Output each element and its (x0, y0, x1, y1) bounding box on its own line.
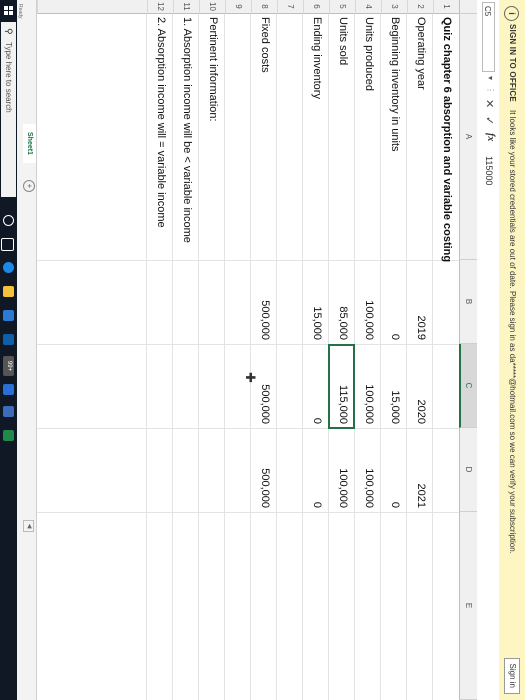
taskbar: ⚲ Type here to search 99+ (0, 0, 17, 700)
cell-c6[interactable]: 0 (311, 346, 323, 424)
cell-d5[interactable]: 100,000 (337, 430, 349, 508)
cell-b3[interactable]: 0 (389, 262, 401, 340)
row-header[interactable]: 7 (277, 0, 303, 14)
spreadsheet-grid: A B C D E 1 2 3 4 5 6 7 8 9 10 11 12 Qui… (37, 0, 477, 700)
cell-c8[interactable]: 500,000 (259, 346, 271, 424)
file-explorer-icon[interactable] (3, 286, 14, 297)
row-header[interactable]: 2 (407, 0, 433, 14)
cell-d4[interactable]: 100,000 (363, 430, 375, 508)
cell-a6[interactable]: Ending inventory (311, 17, 323, 99)
row-header-empty (37, 0, 147, 14)
tab-sheet1[interactable]: Sheet1 (21, 124, 36, 163)
more-icon: ⋮ (486, 86, 495, 94)
row-header[interactable]: 1 (433, 0, 459, 14)
store-icon[interactable] (3, 310, 14, 321)
taskbar-search[interactable]: ⚲ Type here to search (1, 22, 16, 197)
message-bar-text: It looks like your stored credentials ar… (508, 110, 517, 554)
cell-b4[interactable]: 100,000 (363, 262, 375, 340)
row-header[interactable]: 9 (225, 0, 251, 14)
info-icon: i (504, 6, 519, 21)
cell-a10[interactable]: Pertinent information: (207, 17, 219, 122)
gridline (37, 428, 459, 429)
photo-frame: i SIGN IN TO OFFICE It looks like your s… (0, 0, 525, 700)
selected-cell-c5[interactable] (328, 344, 355, 429)
cell-d2[interactable]: 2021 (415, 430, 427, 508)
cell-a8[interactable]: Fixed costs (259, 17, 271, 73)
cell-a11[interactable]: 1. Absorption income will be < variable … (181, 17, 193, 243)
check-icon[interactable]: ✓ (482, 116, 495, 125)
search-placeholder: Type here to search (4, 42, 13, 113)
cell-a5[interactable]: Units sold (337, 17, 349, 65)
row-header[interactable]: 4 (355, 0, 381, 14)
cursor-plus-icon: ✚ (243, 372, 258, 383)
gridline (224, 14, 225, 700)
excel-icon[interactable] (3, 430, 14, 441)
status-bar: Ready (17, 0, 23, 700)
cell-c4[interactable]: 100,000 (363, 346, 375, 424)
gridline (432, 14, 433, 700)
message-bar: i SIGN IN TO OFFICE It looks like your s… (498, 0, 525, 700)
row-header[interactable]: 8 (251, 0, 277, 14)
row-header[interactable]: 12 (147, 0, 173, 14)
row-header[interactable]: 11 (173, 0, 199, 14)
cell-d6[interactable]: 0 (311, 430, 323, 508)
row-header[interactable]: 5 (329, 0, 355, 14)
column-header-d[interactable]: D (459, 428, 477, 512)
calendar-icon[interactable] (3, 334, 14, 345)
row-header[interactable]: 10 (199, 0, 225, 14)
cell-c3[interactable]: 15,000 (389, 346, 401, 424)
cancel-icon[interactable]: ✕ (482, 99, 495, 108)
gridline (198, 14, 199, 700)
send-icon[interactable] (3, 384, 14, 395)
cell-b5[interactable]: 85,000 (337, 262, 349, 340)
gridline (250, 14, 251, 700)
chevron-left-icon[interactable]: ◀ (23, 520, 34, 532)
column-header-e[interactable]: E (459, 512, 477, 700)
cell-a4[interactable]: Units produced (363, 17, 375, 91)
sign-in-button[interactable]: Sign in (504, 657, 520, 694)
edge-icon[interactable] (3, 262, 14, 273)
gridline (37, 344, 459, 345)
cell-b2[interactable]: 2019 (415, 262, 427, 340)
formula-input[interactable]: 115000 (484, 156, 494, 185)
gridline (37, 260, 459, 261)
cell-c2[interactable]: 2020 (415, 346, 427, 424)
formula-bar: C5 ▾ ⋮ ✕ ✓ fx 115000 (476, 0, 499, 700)
task-view-icon[interactable] (1, 238, 14, 251)
search-icon: ⚲ (4, 28, 14, 35)
gridline (172, 14, 173, 700)
cell-a12[interactable]: 2. Absorption income will = variable inc… (155, 17, 167, 228)
cell-a3[interactable]: Beginning inventory in units (389, 17, 401, 152)
column-header-b[interactable]: B (459, 260, 477, 344)
cell-d3[interactable]: 0 (389, 430, 401, 508)
row-header[interactable]: 6 (303, 0, 329, 14)
row-header[interactable]: 3 (381, 0, 407, 14)
mail-badge[interactable]: 99+ (3, 356, 14, 376)
gridline (302, 14, 303, 700)
add-sheet-icon[interactable]: + (23, 180, 35, 192)
name-box[interactable]: C5 (482, 2, 495, 72)
gridline (276, 14, 277, 700)
function-icon[interactable]: fx (485, 133, 496, 141)
cell-b8[interactable]: 500,000 (259, 262, 271, 340)
cell-d8[interactable]: 500,000 (259, 430, 271, 508)
cortana-icon[interactable] (3, 215, 14, 226)
column-header-a[interactable]: A (459, 14, 477, 260)
chevron-down-icon[interactable]: ▾ (486, 76, 495, 80)
cell-a2[interactable]: Operating year (415, 17, 427, 90)
status-text: Ready (17, 4, 23, 19)
excel-window: i SIGN IN TO OFFICE It looks like your s… (0, 0, 525, 700)
mail-icon[interactable] (3, 406, 14, 417)
gridline (380, 14, 381, 700)
gridline (406, 14, 407, 700)
gridline (146, 14, 147, 700)
cell-b6[interactable]: 15,000 (311, 262, 323, 340)
message-bar-title: SIGN IN TO OFFICE (508, 24, 517, 102)
cell-a1[interactable]: Quiz chapter 6 absorption and variable c… (441, 17, 453, 262)
select-all-corner[interactable] (459, 0, 477, 14)
gridline (37, 512, 459, 513)
windows-icon[interactable] (4, 6, 13, 15)
column-header-c[interactable]: C (459, 344, 477, 428)
sheet-tabs: Sheet1 + ◀ (21, 0, 37, 700)
